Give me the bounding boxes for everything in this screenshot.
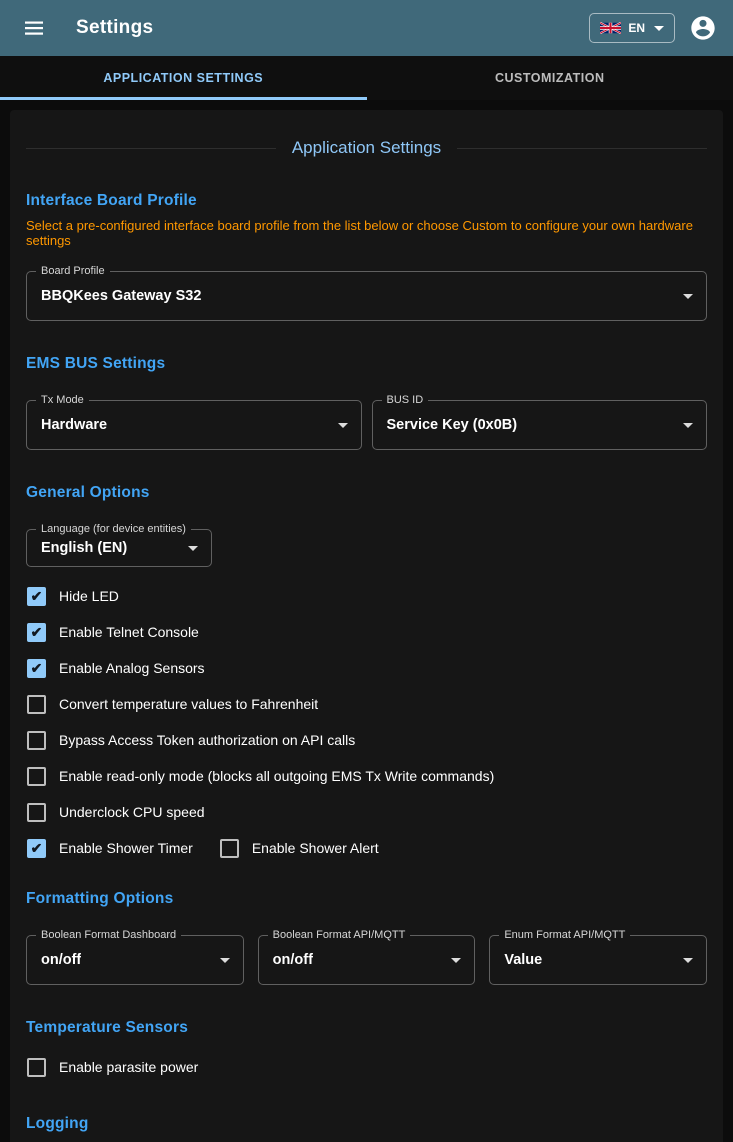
page-title: Application Settings [292,138,441,158]
dropdown-arrow-icon [188,546,198,551]
divider-line [457,148,707,149]
checkbox-item-shower-alert[interactable]: ✔ Enable Shower Alert [219,839,379,858]
ems-bus-selects: Tx Mode Hardware BUS ID Service Key (0x0… [26,400,707,450]
checkmark-icon: ✔ [31,625,43,639]
checkbox-label[interactable]: Convert temperature values to Fahrenheit [59,696,318,712]
checkbox-label[interactable]: Enable Telnet Console [59,624,199,640]
checkbox-row-telnet[interactable]: ✔ Enable Telnet Console [26,614,707,650]
page-title-divider: Application Settings [26,138,707,158]
language-entities-select[interactable]: Language (for device entities) English (… [26,529,212,567]
checkbox[interactable]: ✔ [27,1058,46,1077]
select-value: Value [504,952,542,968]
active-tab-indicator [0,97,367,100]
boolean-format-dashboard-select[interactable]: Boolean Format Dashboard on/off [26,935,244,985]
checkbox-item-shower-timer[interactable]: ✔ Enable Shower Timer [26,839,193,858]
checkbox[interactable]: ✔ [220,839,239,858]
checkmark-icon: ✔ [31,841,43,855]
dropdown-arrow-icon [338,423,348,428]
account-circle-icon [689,14,717,42]
checkbox-row-analog-sensors[interactable]: ✔ Enable Analog Sensors [26,650,707,686]
checkbox[interactable]: ✔ [27,695,46,714]
checkbox[interactable]: ✔ [27,767,46,786]
checkmark-icon: ✔ [31,589,43,603]
checkbox-row-shower: ✔ Enable Shower Timer ✔ Enable Shower Al… [26,830,707,866]
select-value: on/off [41,952,81,968]
page-header-title: Settings [76,17,153,39]
checkmark-icon: ✔ [31,661,43,675]
tab-bar: APPLICATION SETTINGS CUSTOMIZATION [0,56,733,100]
dropdown-arrow-icon [683,294,693,299]
checkbox-label[interactable]: Enable parasite power [59,1059,198,1075]
general-options-checklist: ✔ Hide LED ✔ Enable Telnet Console ✔ Ena… [26,578,707,866]
select-label: Boolean Format API/MQTT [268,929,411,942]
section-heading-logging: Logging [26,1115,707,1133]
menu-button[interactable] [14,8,54,48]
select-value: on/off [273,952,313,968]
dropdown-arrow-icon [220,958,230,963]
select-value: BBQKees Gateway S32 [41,288,201,304]
bus-id-select[interactable]: BUS ID Service Key (0x0B) [372,400,708,450]
checkbox-row-fahrenheit[interactable]: ✔ Convert temperature values to Fahrenhe… [26,686,707,722]
select-label: Tx Mode [36,394,89,407]
language-code: EN [628,21,645,35]
section-heading-ems-bus: EMS BUS Settings [26,355,707,373]
checkbox-label[interactable]: Enable read-only mode (blocks all outgoi… [59,768,494,784]
checkbox[interactable]: ✔ [27,803,46,822]
checkbox-label[interactable]: Enable Shower Timer [59,840,193,856]
checkbox[interactable]: ✔ [27,839,46,858]
select-label: Boolean Format Dashboard [36,929,181,942]
dropdown-arrow-icon [451,958,461,963]
divider-line [26,148,276,149]
section-heading-general-options: General Options [26,484,707,502]
caret-down-icon [654,26,664,31]
enum-format-api-select[interactable]: Enum Format API/MQTT Value [489,935,707,985]
dropdown-arrow-icon [683,958,693,963]
select-label: Board Profile [36,265,110,278]
language-selector-button[interactable]: EN [589,13,675,43]
tab-application-settings[interactable]: APPLICATION SETTINGS [0,56,367,100]
checkbox-label[interactable]: Enable Analog Sensors [59,660,205,676]
checkbox-label[interactable]: Underclock CPU speed [59,804,205,820]
checkbox[interactable]: ✔ [27,587,46,606]
checkbox-label[interactable]: Bypass Access Token authorization on API… [59,732,355,748]
board-profile-subtitle: Select a pre-configured interface board … [26,218,707,248]
uk-flag-icon [600,22,621,34]
select-value: English (EN) [41,540,127,556]
board-profile-select[interactable]: Board Profile BBQKees Gateway S32 [26,271,707,321]
checkbox-row-readonly-mode[interactable]: ✔ Enable read-only mode (blocks all outg… [26,758,707,794]
account-button[interactable] [687,12,719,44]
checkbox[interactable]: ✔ [27,623,46,642]
select-label: BUS ID [382,394,429,407]
checkbox-row-underclock-cpu[interactable]: ✔ Underclock CPU speed [26,794,707,830]
section-heading-board-profile: Interface Board Profile [26,192,707,210]
checkbox-label[interactable]: Enable Shower Alert [252,840,379,856]
checkbox[interactable]: ✔ [27,731,46,750]
checkbox-row-hide-led[interactable]: ✔ Hide LED [26,578,707,614]
select-value: Hardware [41,417,107,433]
hamburger-icon [22,16,46,40]
select-label: Enum Format API/MQTT [499,929,630,942]
boolean-format-api-select[interactable]: Boolean Format API/MQTT on/off [258,935,476,985]
app-bar: Settings EN [0,0,733,56]
checkbox-row-parasite-power[interactable]: ✔ Enable parasite power [26,1049,707,1085]
tab-customization[interactable]: CUSTOMIZATION [367,56,733,100]
checkbox[interactable]: ✔ [27,659,46,678]
dropdown-arrow-icon [683,423,693,428]
tx-mode-select[interactable]: Tx Mode Hardware [26,400,362,450]
settings-panel: Application Settings Interface Board Pro… [10,110,723,1142]
formatting-selects: Boolean Format Dashboard on/off Boolean … [26,935,707,985]
section-heading-temperature-sensors: Temperature Sensors [26,1019,707,1037]
section-heading-formatting: Formatting Options [26,890,707,908]
checkbox-row-bypass-token[interactable]: ✔ Bypass Access Token authorization on A… [26,722,707,758]
select-label: Language (for device entities) [36,523,191,536]
select-value: Service Key (0x0B) [387,417,518,433]
checkbox-label[interactable]: Hide LED [59,588,119,604]
